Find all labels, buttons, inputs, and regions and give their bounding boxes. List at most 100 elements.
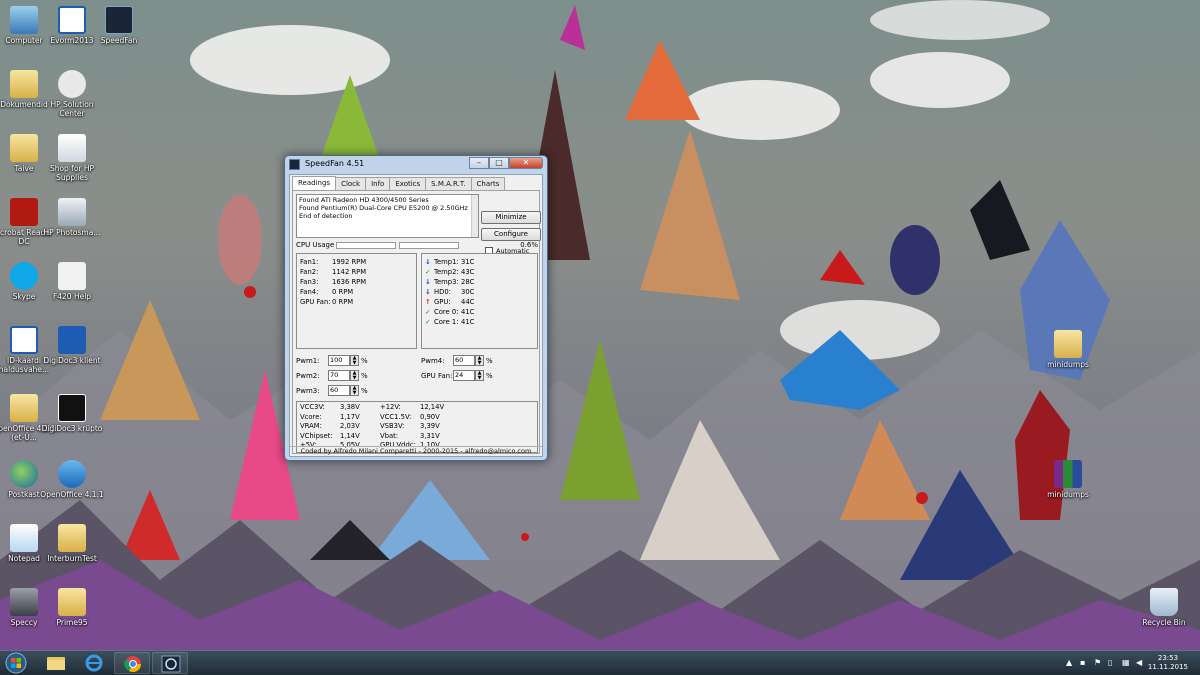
taskbar-chrome[interactable] <box>114 652 150 674</box>
tab-charts[interactable]: Charts <box>470 177 506 190</box>
desktop-icon-label: HP Solution Center <box>50 100 94 118</box>
acrobat-icon <box>10 198 38 226</box>
pwm1-control[interactable]: Pwm1: 100 ▲ ▼ % <box>296 355 416 367</box>
temperature-row: ↓ Temp3: 28C <box>425 277 537 287</box>
desktop-icon-speedfan[interactable]: SpeedFan <box>87 6 151 45</box>
log-line: Found ATI Radeon HD 4300/4500 Series <box>299 196 429 204</box>
fan-row: Fan1: 1992 RPM <box>300 257 416 267</box>
readings-panel: Found ATI Radeon HD 4300/4500 Series Fou… <box>292 190 541 454</box>
tab-exotics[interactable]: Exotics <box>389 177 427 190</box>
pwm3-control[interactable]: Pwm3: 60 ▲ ▼ % <box>296 385 416 397</box>
pwm-unit: % <box>361 357 368 365</box>
desktop-icon-label: OpenOffice 4.1.1 <box>40 490 104 499</box>
pwm-label: Pwm2: <box>296 372 320 380</box>
temperature-row: ✓ Core 1: 41C <box>425 317 537 327</box>
desktop-icon-openoffice[interactable]: OpenOffice 4.1.1 <box>40 460 104 499</box>
maximize-window-button[interactable]: □ <box>489 157 509 169</box>
pwm-spinner[interactable]: ▲ ▼ <box>350 355 359 366</box>
log-scrollbar[interactable] <box>471 195 478 237</box>
minimize-window-button[interactable]: – <box>469 157 489 169</box>
arrow-down-icon: ↓ <box>425 258 431 266</box>
speedfan-app-icon <box>289 159 300 170</box>
voltage-value: 3,31V <box>420 431 440 440</box>
desktop-icon-label: Shop for HP Supplies <box>49 164 95 182</box>
folder-icon <box>58 588 86 616</box>
temperature-value: 30C <box>461 288 475 296</box>
voltage-label: +12V: <box>380 403 401 411</box>
pwm-input[interactable]: 100 <box>328 355 350 366</box>
log-line: Found Pentium(R) Dual-Core CPU E5200 @ 2… <box>299 204 468 212</box>
desktop-icon-label: F420 Help <box>52 292 92 301</box>
pwm-input[interactable]: 70 <box>328 370 350 381</box>
configure-button[interactable]: Configure <box>481 228 541 241</box>
voltage-value: 1,17V <box>340 412 360 421</box>
fan-row: Fan2: 1142 RPM <box>300 267 416 277</box>
desktop-icon-f420-help[interactable]: F420 Help <box>40 262 104 301</box>
desktop-icon-minidumps-archive[interactable]: minidumps <box>1036 460 1100 499</box>
pwm-spinner[interactable]: ▲ ▼ <box>350 370 359 381</box>
pwm-spinner[interactable]: ▲ ▼ <box>475 355 484 366</box>
wallpaper <box>0 0 1200 650</box>
start-button[interactable] <box>4 652 28 674</box>
flag-icon[interactable]: ⚑ <box>1094 659 1102 667</box>
tab-info[interactable]: Info <box>365 177 391 190</box>
desktop-icon-digidoc-krypto[interactable]: DigiDoc3 krüpto <box>40 394 104 433</box>
pwm4-control[interactable]: Pwm4: 60 ▲ ▼ % <box>421 355 539 367</box>
pwm2-control[interactable]: Pwm2: 70 ▲ ▼ % <box>296 370 416 382</box>
taskbar-internet-explorer[interactable] <box>76 652 112 674</box>
temperature-label: Temp2: <box>434 268 459 276</box>
pwm-input[interactable]: 60 <box>453 355 475 366</box>
voltage-label: Vbat: <box>380 431 399 440</box>
tab-smart[interactable]: S.M.A.R.T. <box>425 177 472 190</box>
desktop-icon-recycle-bin[interactable]: Recycle Bin <box>1132 588 1196 627</box>
internet-explorer-icon <box>85 654 103 672</box>
pwm-spinner[interactable]: ▲ ▼ <box>475 370 484 381</box>
temperature-label: GPU: <box>434 298 451 306</box>
computer-icon <box>10 6 38 34</box>
tab-clock[interactable]: Clock <box>335 177 367 190</box>
desktop-icon-label: Prime95 <box>56 618 88 627</box>
digidoc-icon <box>58 326 86 354</box>
desktop-icon-prime95[interactable]: Prime95 <box>40 588 104 627</box>
detection-log[interactable]: Found ATI Radeon HD 4300/4500 Series Fou… <box>296 194 479 238</box>
windows-notification-icon[interactable]: ▪ <box>1080 659 1088 667</box>
desktop-icon-interburntest[interactable]: InterburnTest <box>40 524 104 563</box>
chevron-up-icon[interactable]: ▲ <box>1066 659 1074 667</box>
taskbar-clock[interactable]: 23:53 11.11.2015 <box>1148 654 1188 672</box>
volume-icon[interactable]: ◀ <box>1136 659 1144 667</box>
taskbar-explorer[interactable] <box>38 652 74 674</box>
network-icon[interactable]: ▦ <box>1122 659 1130 667</box>
title-bar[interactable]: SpeedFan 4.51 – □ ✕ <box>285 156 547 174</box>
pwm-input[interactable]: 60 <box>328 385 350 396</box>
fan-label: Fan2: <box>300 268 319 276</box>
cpu-usage-bar-1 <box>336 242 396 249</box>
desktop-icon-digidoc-klient[interactable]: DigiDoc3 klient <box>40 326 104 365</box>
taskbar-speedfan[interactable] <box>152 652 188 674</box>
minimize-button[interactable]: Minimize <box>481 211 541 224</box>
pwm-label: GPU Fan: <box>421 372 453 380</box>
desktop-icon-hp-supplies[interactable]: Shop for HP Supplies <box>40 134 104 182</box>
voltage-value: 2,03V <box>340 422 360 430</box>
pwm-spinner[interactable]: ▲ ▼ <box>350 385 359 396</box>
tab-readings[interactable]: Readings <box>292 176 337 190</box>
temperature-label: Temp1: <box>434 258 459 266</box>
desktop-icon-minidumps-folder[interactable]: minidumps <box>1036 330 1100 369</box>
pwm-unit: % <box>486 372 493 380</box>
desktop-icon-hp-solution[interactable]: HP Solution Center <box>40 70 104 118</box>
temperature-row: ↓ HD0: 30C <box>425 287 537 297</box>
battery-icon[interactable]: ▯ <box>1108 659 1116 667</box>
temperature-label: Core 1: <box>434 318 459 326</box>
pwm-input[interactable]: 24 <box>453 370 475 381</box>
digidoc-crypto-icon <box>58 394 86 422</box>
gpu-fan-pwm-control[interactable]: GPU Fan: 24 ▲ ▼ % <box>421 370 539 382</box>
desktop-icon-hp-photosmart[interactable]: HP Photosma... <box>40 198 104 237</box>
clock-time: 23:53 <box>1157 654 1179 662</box>
cpu-usage-bar-2 <box>399 242 459 249</box>
speedfan-window[interactable]: SpeedFan 4.51 – □ ✕ Readings Clock Info … <box>284 155 548 461</box>
archive-icon <box>1054 460 1082 488</box>
close-window-button[interactable]: ✕ <box>509 157 543 169</box>
fan-value: 0 RPM <box>332 288 354 296</box>
voltage-value: 0,90V <box>420 412 440 421</box>
window-title: SpeedFan 4.51 <box>305 159 365 168</box>
desktop-icon-label: HP Photosma... <box>43 228 101 237</box>
